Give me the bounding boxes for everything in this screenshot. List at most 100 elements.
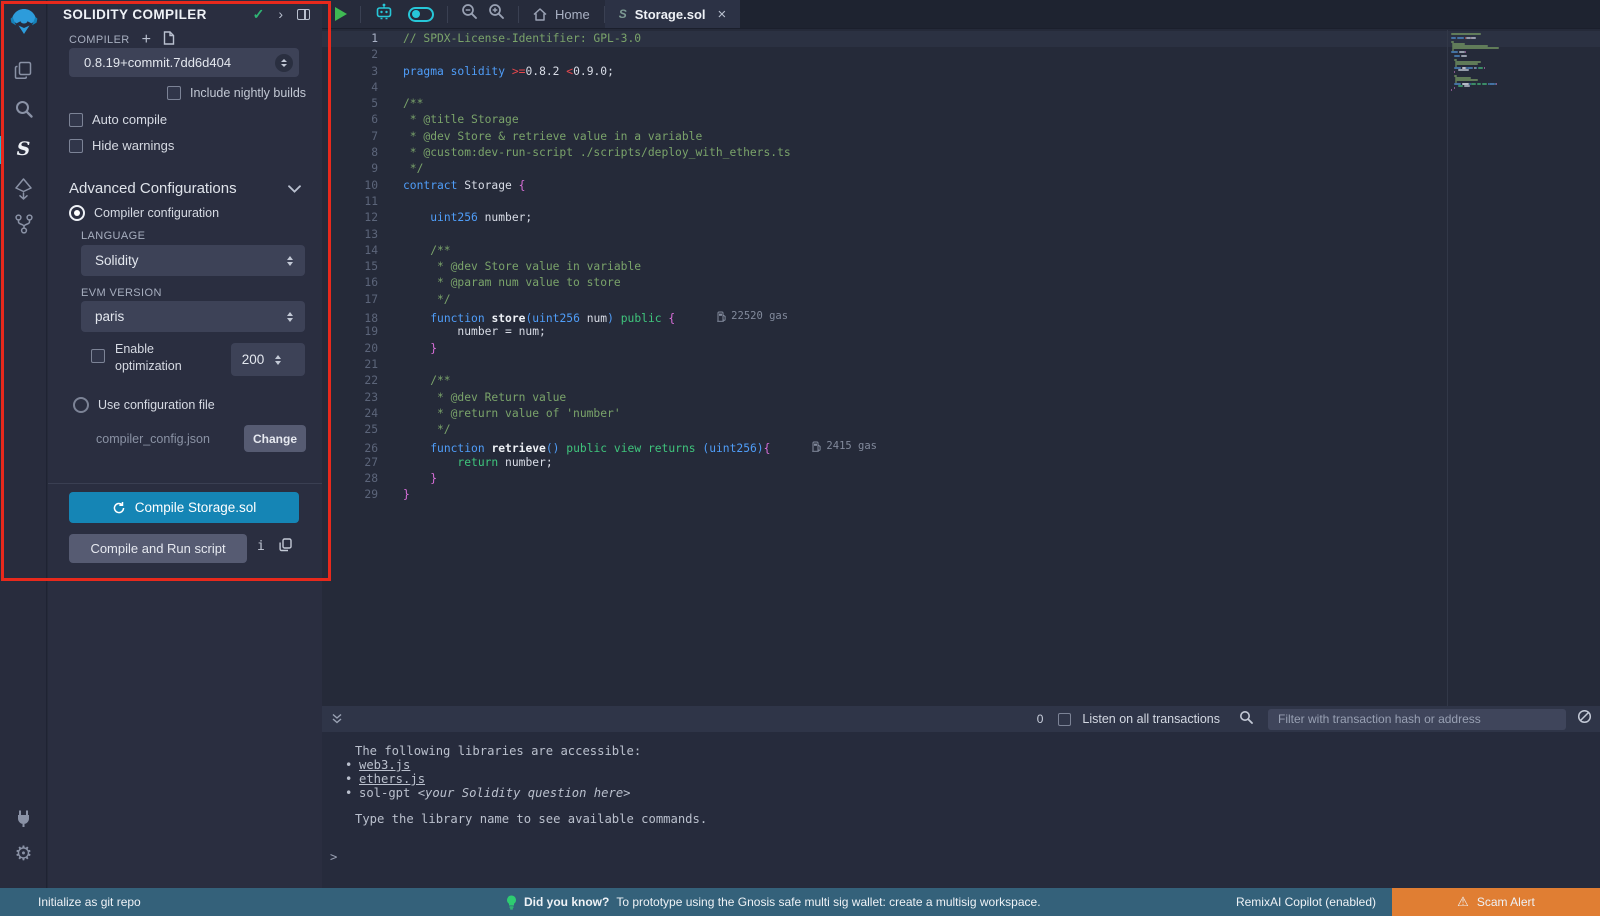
compile-button[interactable]: Compile Storage.sol: [69, 492, 299, 523]
evm-version-select[interactable]: paris: [81, 301, 305, 332]
code-line[interactable]: 6 * @title Storage: [322, 112, 1600, 128]
auto-compile-checkbox[interactable]: [69, 113, 83, 127]
line-number[interactable]: 4: [322, 80, 378, 96]
tab-home[interactable]: Home: [519, 0, 604, 28]
line-number[interactable]: 29: [322, 487, 378, 503]
gas-estimate-badge[interactable]: 2415 gas: [812, 438, 877, 454]
terminal-output[interactable]: The following libraries are accessible: …: [322, 732, 1600, 888]
line-number[interactable]: 25: [322, 422, 378, 438]
language-select[interactable]: Solidity: [81, 245, 305, 276]
code-line[interactable]: 19 number = num;: [322, 324, 1600, 340]
code-line[interactable]: 7 * @dev Store & retrieve value in a var…: [322, 129, 1600, 145]
code-line[interactable]: 11: [322, 194, 1600, 210]
gas-estimate-badge[interactable]: 22520 gas: [717, 308, 788, 324]
include-nightly-checkbox[interactable]: [167, 86, 181, 100]
number-stepper-icon[interactable]: [275, 355, 281, 365]
line-number[interactable]: 1: [322, 31, 378, 47]
line-number[interactable]: 27: [322, 455, 378, 471]
line-number[interactable]: 12: [322, 210, 378, 226]
code-line[interactable]: 3pragma solidity >=0.8.2 <0.9.0;: [322, 64, 1600, 80]
tab-storage-sol[interactable]: S Storage.sol ×: [605, 0, 741, 28]
code-line[interactable]: 29}: [322, 487, 1600, 503]
terminal-search-icon[interactable]: [1239, 710, 1253, 729]
line-number[interactable]: 16: [322, 275, 378, 291]
remix-logo-icon[interactable]: [0, 6, 47, 38]
line-number[interactable]: 6: [322, 112, 378, 128]
code-line[interactable]: 15 * @dev Store value in variable: [322, 259, 1600, 275]
line-number[interactable]: 28: [322, 471, 378, 487]
code-line[interactable]: 13: [322, 227, 1600, 243]
web3-link[interactable]: web3.js: [359, 758, 410, 772]
line-number[interactable]: 2: [322, 47, 378, 63]
git-init-status[interactable]: Initialize as git repo: [38, 895, 141, 909]
settings-gear-icon[interactable]: ⚙: [0, 842, 47, 866]
code-line[interactable]: 9 */: [322, 161, 1600, 177]
ai-robot-icon[interactable]: [374, 3, 394, 26]
config-filename[interactable]: compiler_config.json: [96, 432, 210, 446]
code-editor[interactable]: 1// SPDX-License-Identifier: GPL-3.023pr…: [322, 30, 1600, 706]
code-line[interactable]: 10contract Storage {: [322, 178, 1600, 194]
line-number[interactable]: 24: [322, 406, 378, 422]
compile-and-run-button[interactable]: Compile and Run script: [69, 534, 247, 563]
line-number[interactable]: 17: [322, 292, 378, 308]
file-explorer-icon[interactable]: [0, 58, 47, 82]
compiler-version-select[interactable]: 0.8.19+commit.7dd6d404: [69, 48, 299, 77]
code-line[interactable]: 17 */: [322, 292, 1600, 308]
git-icon[interactable]: [0, 211, 47, 237]
add-compiler-icon[interactable]: +: [142, 32, 151, 48]
code-line[interactable]: 4: [322, 80, 1600, 96]
code-line[interactable]: 23 * @dev Return value: [322, 390, 1600, 406]
code-line[interactable]: 21: [322, 357, 1600, 373]
line-number[interactable]: 22: [322, 373, 378, 389]
zoom-out-icon[interactable]: [461, 3, 478, 25]
terminal-prompt[interactable]: >: [330, 850, 1600, 864]
line-number[interactable]: 8: [322, 145, 378, 161]
scam-alert-button[interactable]: ⚠ Scam Alert: [1392, 888, 1600, 916]
zoom-in-icon[interactable]: [488, 3, 505, 25]
code-line[interactable]: 14 /**: [322, 243, 1600, 259]
line-number[interactable]: 3: [322, 64, 378, 80]
solidity-compiler-icon[interactable]: S: [0, 134, 47, 164]
code-line[interactable]: 16 * @param num value to store: [322, 275, 1600, 291]
line-number[interactable]: 5: [322, 96, 378, 112]
code-line[interactable]: 5/**: [322, 96, 1600, 112]
line-number[interactable]: 23: [322, 390, 378, 406]
line-number[interactable]: 10: [322, 178, 378, 194]
enable-optimization-checkbox[interactable]: [91, 349, 105, 363]
line-number[interactable]: 7: [322, 129, 378, 145]
pin-panel-icon[interactable]: [297, 9, 310, 20]
change-config-button[interactable]: Change: [244, 425, 306, 452]
listen-transactions-checkbox[interactable]: [1058, 713, 1071, 726]
code-line[interactable]: 25 */: [322, 422, 1600, 438]
expand-chevron-icon[interactable]: ›: [278, 6, 283, 22]
code-line[interactable]: 8 * @custom:dev-run-script ./scripts/dep…: [322, 145, 1600, 161]
code-line[interactable]: 26 function retrieve() public view retur…: [322, 438, 1600, 454]
code-line[interactable]: 22 /**: [322, 373, 1600, 389]
code-line[interactable]: 1// SPDX-License-Identifier: GPL-3.0: [322, 31, 1600, 47]
hide-warnings-checkbox[interactable]: [69, 139, 83, 153]
code-line[interactable]: 28 }: [322, 471, 1600, 487]
optimization-runs-input[interactable]: [231, 352, 275, 367]
compiler-configuration-radio[interactable]: [69, 205, 85, 221]
copilot-status[interactable]: RemixAI Copilot (enabled): [1236, 895, 1376, 909]
code-line[interactable]: 18 function store(uint256 num) public {2…: [322, 308, 1600, 324]
transaction-filter-input[interactable]: [1268, 709, 1566, 730]
ethers-link[interactable]: ethers.js: [359, 772, 425, 786]
copilot-toggle[interactable]: [408, 7, 434, 22]
expand-terminal-icon[interactable]: [331, 713, 343, 725]
code-line[interactable]: 27 return number;: [322, 455, 1600, 471]
line-number[interactable]: 21: [322, 357, 378, 373]
deploy-and-run-icon[interactable]: [0, 176, 47, 202]
run-script-play-button[interactable]: [335, 7, 347, 21]
close-tab-icon[interactable]: ×: [718, 6, 727, 23]
line-number[interactable]: 14: [322, 243, 378, 259]
minimap[interactable]: [1447, 30, 1600, 706]
line-number[interactable]: 9: [322, 161, 378, 177]
plugin-manager-icon[interactable]: [0, 806, 47, 830]
search-icon[interactable]: [0, 97, 47, 121]
line-number[interactable]: 15: [322, 259, 378, 275]
code-line[interactable]: 2: [322, 47, 1600, 63]
code-line[interactable]: 20 }: [322, 341, 1600, 357]
line-number[interactable]: 20: [322, 341, 378, 357]
use-configuration-file-radio[interactable]: [73, 397, 89, 413]
